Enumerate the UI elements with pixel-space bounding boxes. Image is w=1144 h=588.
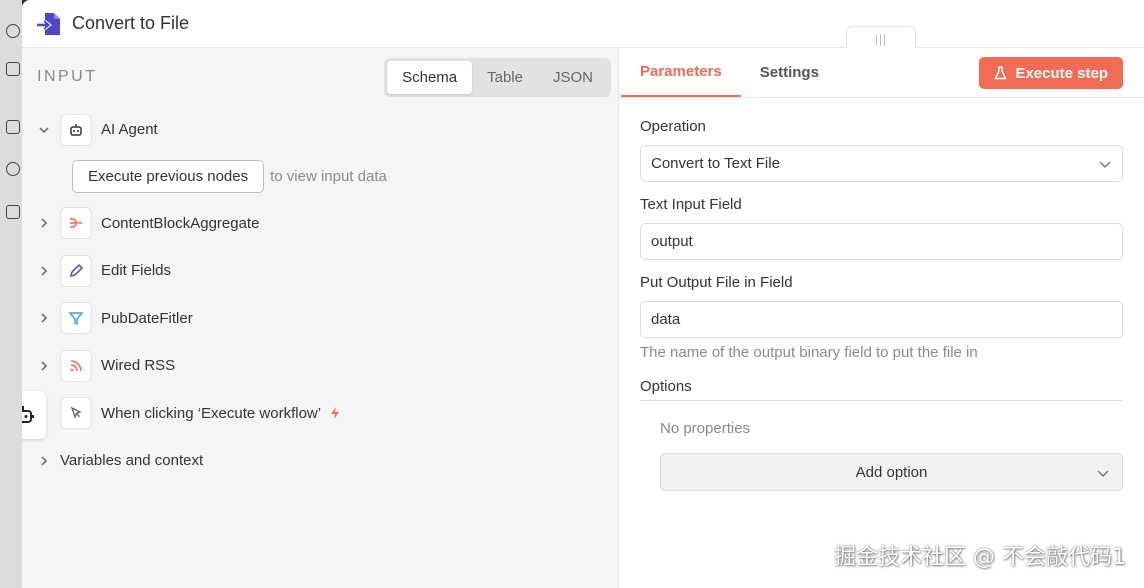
tree-node-pubdate-filter[interactable]: PubDateFitler (36, 295, 618, 343)
variables-and-context-label: Variables and context (60, 452, 204, 470)
layout-icon[interactable] (6, 62, 20, 76)
tab-json[interactable]: JSON (538, 61, 608, 94)
convert-to-file-icon (37, 12, 60, 35)
execute-previous-nodes-button[interactable]: Execute previous nodes (72, 160, 265, 193)
pencil-icon (60, 254, 92, 287)
execute-step-button[interactable]: Execute step (979, 57, 1123, 89)
no-properties-text: No properties (660, 420, 751, 437)
options-label: Options (640, 378, 1123, 401)
execute-previous-row: Execute previous nodes to view input dat… (36, 154, 618, 200)
search-icon[interactable] (6, 24, 20, 38)
tree-node-manual-trigger[interactable]: When clicking ‘Execute workflow’ (36, 390, 618, 438)
chevron-right-icon[interactable] (36, 453, 52, 469)
chevron-right-icon[interactable] (36, 215, 52, 231)
aggregate-icon (60, 207, 92, 240)
modal-header: Convert to File (22, 0, 1144, 48)
tree-node-label: ContentBlockAggregate (101, 214, 260, 232)
input-panel: INPUT Schema Table JSON AI Agent Execute… (22, 48, 618, 588)
output-field-input[interactable]: data (640, 301, 1123, 338)
operation-label: Operation (640, 118, 706, 135)
chevron-down-icon (1097, 470, 1109, 477)
variables-and-context-row[interactable]: Variables and context (22, 437, 618, 485)
rss-icon (60, 349, 92, 382)
chevron-right-icon[interactable] (36, 310, 52, 326)
chat-icon[interactable] (6, 205, 20, 219)
view-tabs: Schema Table JSON (384, 57, 611, 97)
tree-node-label: When clicking ‘Execute workflow’ (101, 404, 322, 422)
lightning-bolt-icon (331, 407, 340, 420)
text-input-field-value: output (651, 233, 693, 250)
add-option-button[interactable]: Add option (660, 453, 1123, 491)
parameters-form: Operation Convert to Text File Text Inpu… (619, 98, 1144, 491)
watermark-text: 掘金技术社区 @ 不会敲代码1 (834, 545, 1126, 570)
tab-table[interactable]: Table (472, 61, 538, 94)
home-icon[interactable] (6, 120, 20, 134)
tree-node-ai-agent[interactable]: AI Agent (36, 106, 618, 154)
params-tab-bar: Parameters Settings Execute step (619, 48, 1144, 98)
pointer-icon (60, 397, 92, 430)
operation-select[interactable]: Convert to Text File (640, 145, 1123, 182)
tab-parameters[interactable]: Parameters (621, 48, 741, 97)
panel-drag-handle[interactable]: ||| (846, 26, 916, 50)
tree-node-label: AI Agent (101, 121, 158, 139)
text-input-field-label: Text Input Field (640, 196, 742, 213)
robot-icon (22, 406, 34, 423)
tree-node-wired-rss[interactable]: Wired RSS (36, 342, 618, 390)
app-sidebar (0, 0, 22, 588)
node-details-modal: Convert to File ||| INPUT Schema Table J… (22, 0, 1144, 588)
output-field-hint: The name of the output binary field to p… (640, 344, 978, 361)
output-field-value: data (651, 311, 681, 328)
tree-node-label: PubDateFitler (101, 309, 193, 327)
tree-node-label: Wired RSS (101, 357, 176, 375)
execute-hint: to view input data (270, 168, 387, 185)
execute-step-label: Execute step (1015, 64, 1108, 82)
tree-node-edit-fields[interactable]: Edit Fields (36, 247, 618, 295)
add-option-label: Add option (855, 463, 928, 481)
chevron-down-icon (1099, 161, 1111, 168)
input-panel-title: INPUT (37, 68, 98, 85)
chevron-down-icon[interactable] (36, 122, 52, 138)
output-field-label: Put Output File in Field (640, 274, 793, 291)
text-input-field[interactable]: output (640, 223, 1123, 260)
user-icon[interactable] (6, 162, 20, 176)
ai-assistant-button[interactable] (22, 391, 46, 439)
robot-icon (60, 113, 92, 146)
chevron-right-icon[interactable] (36, 358, 52, 374)
filter-icon (60, 302, 92, 335)
modal-title: Convert to File (72, 13, 190, 33)
parameters-panel: Parameters Settings Execute step Operati… (618, 48, 1144, 588)
operation-value: Convert to Text File (651, 155, 780, 172)
tree-node-label: Edit Fields (101, 262, 172, 280)
flask-icon (994, 66, 1008, 80)
input-node-tree: AI Agent Execute previous nodes to view … (22, 106, 618, 437)
tab-schema[interactable]: Schema (387, 60, 473, 94)
tab-settings[interactable]: Settings (741, 48, 838, 97)
chevron-right-icon[interactable] (36, 263, 52, 279)
tree-node-content-block-aggregate[interactable]: ContentBlockAggregate (36, 200, 618, 248)
